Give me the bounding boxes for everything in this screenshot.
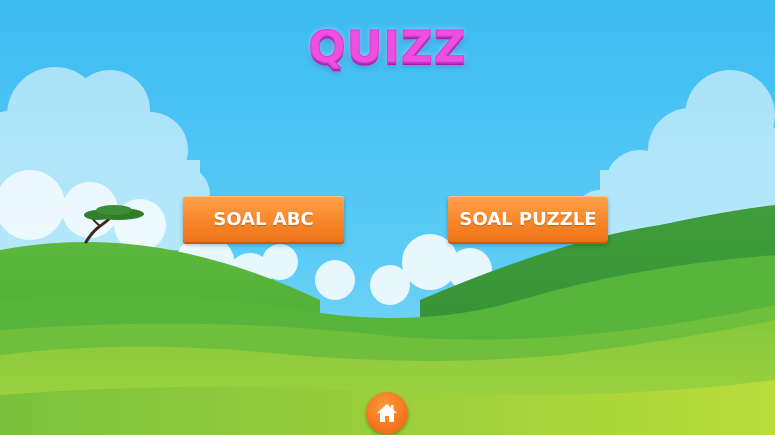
- soal-puzzle-label: SOAL PUZZLE: [459, 208, 597, 230]
- soal-abc-button[interactable]: SOAL ABC: [183, 196, 344, 242]
- soal-abc-label: SOAL ABC: [213, 208, 314, 230]
- quiz-title: QUIZZ: [308, 22, 467, 74]
- soal-puzzle-button[interactable]: SOAL PUZZLE: [448, 196, 608, 242]
- game-scene: QUIZZ SOAL ABC SOAL PUZZLE: [0, 0, 775, 435]
- home-icon: [377, 404, 397, 422]
- home-button[interactable]: [366, 392, 408, 434]
